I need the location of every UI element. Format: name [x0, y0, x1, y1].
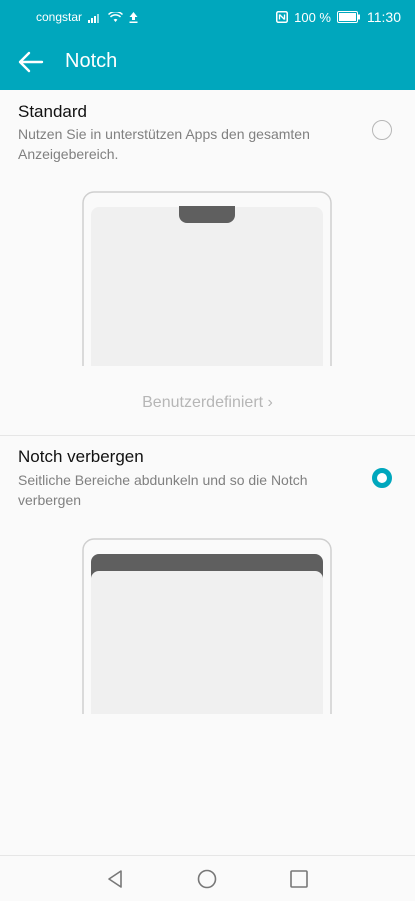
upload-icon — [129, 11, 138, 23]
option-description: Seitliche Bereiche abdunkeln und so die … — [18, 472, 308, 508]
custom-settings-link[interactable]: Benutzerdefiniert › — [0, 394, 415, 412]
page-title: Notch — [65, 50, 118, 72]
status-bar: congstar 100 % 11:30 — [0, 0, 415, 34]
carrier-label: congstar — [36, 10, 83, 24]
battery-icon — [337, 11, 360, 23]
clock: 11:30 — [367, 9, 401, 25]
option-title: Standard — [18, 102, 87, 121]
radio-standard[interactable] — [372, 120, 392, 140]
square-recents-icon[interactable] — [287, 867, 311, 891]
radio-hide-notch[interactable] — [372, 468, 392, 488]
nfc-icon — [276, 11, 289, 23]
status-right: 100 % 11:30 — [276, 9, 401, 25]
arrow-left-icon[interactable] — [16, 48, 46, 76]
wifi-icon — [108, 11, 124, 22]
navigation-bar — [0, 855, 415, 901]
option-title: Notch verbergen — [18, 447, 144, 466]
circle-home-icon[interactable] — [195, 867, 219, 891]
option-description: Nutzen Sie in unterstützen Apps den gesa… — [18, 126, 310, 162]
battery-percent: 100 % — [294, 9, 331, 25]
triangle-back-icon[interactable] — [103, 867, 127, 891]
signal-icon — [88, 13, 100, 23]
option-hide-notch[interactable]: Notch verbergen Seitliche Bereiche abdun… — [0, 436, 415, 716]
app-bar: Notch — [0, 34, 415, 90]
status-left: congstar — [36, 10, 138, 24]
notch-hidden-illustration — [82, 538, 332, 714]
notch-standard-illustration — [82, 191, 332, 366]
option-standard[interactable]: Standard Nutzen Sie in unterstützen Apps… — [0, 90, 415, 435]
